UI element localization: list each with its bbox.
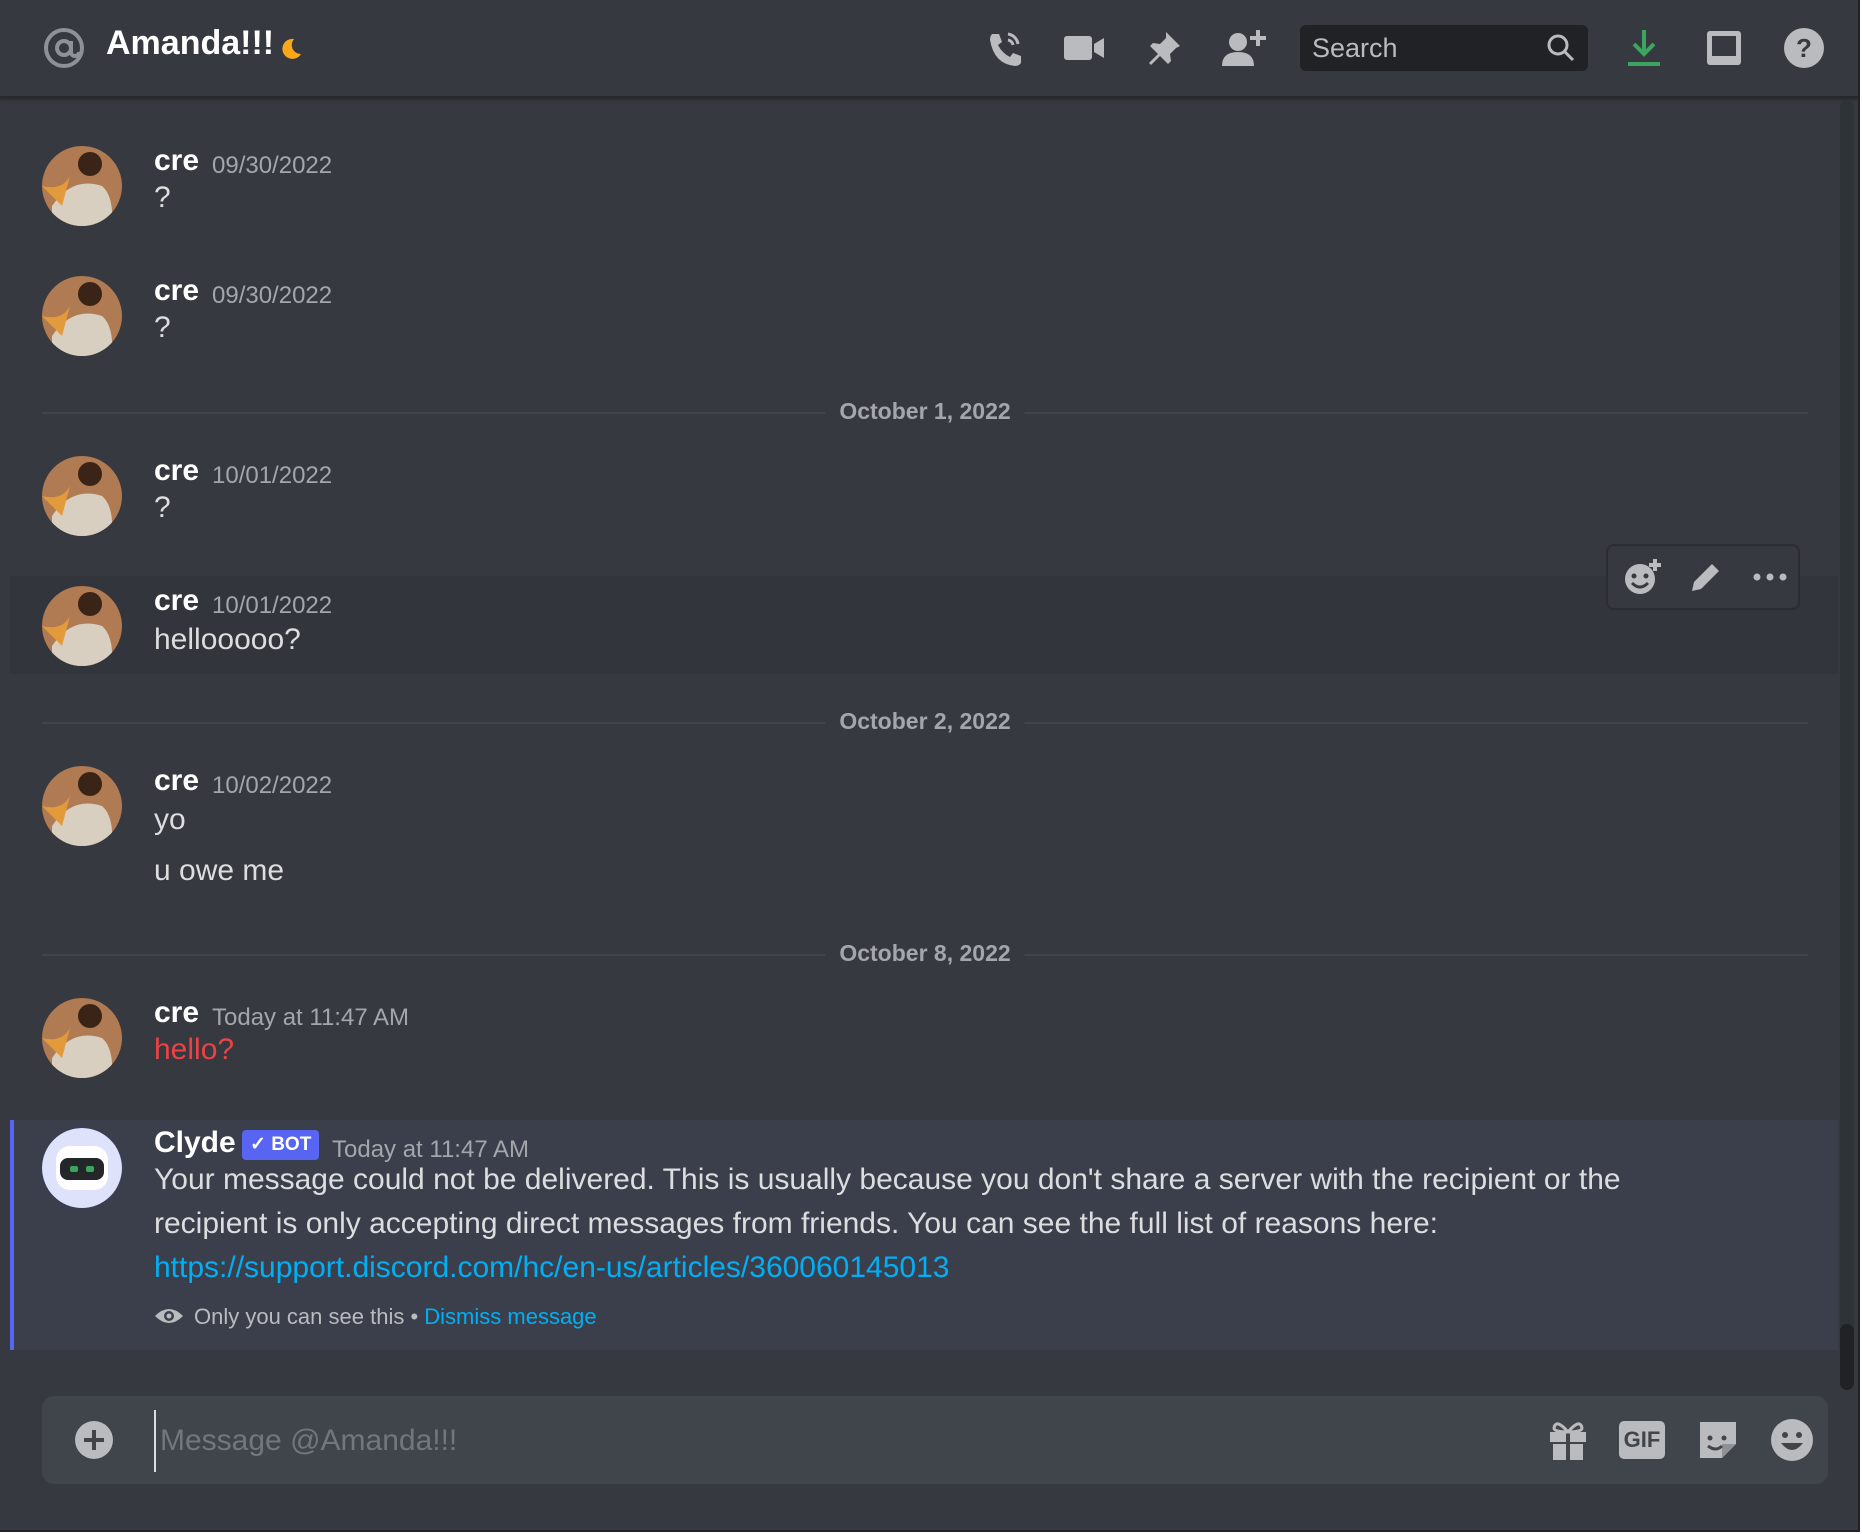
message-composer: GIF [42, 1396, 1828, 1484]
message-content: yo [154, 803, 186, 836]
message-content: ? [154, 311, 171, 344]
date-divider-label: October 2, 2022 [825, 708, 1025, 735]
message-content-line: recipient is only accepting direct messa… [154, 1207, 1439, 1240]
avatar-image [42, 586, 122, 666]
message-list: cre 09/30/2022 ? cre 09/30/2022 ? Octobe… [0, 98, 1838, 1388]
moon-icon [282, 38, 301, 59]
pinned-messages-button[interactable] [1140, 24, 1188, 72]
failed-message-content: hello? [154, 1033, 235, 1066]
edit-message-button[interactable] [1684, 555, 1728, 599]
emoji-icon [1771, 1419, 1813, 1461]
date-divider-label: October 1, 2022 [825, 398, 1025, 425]
message-content-line: Your message could not be delivered. Thi… [154, 1163, 1621, 1196]
gift-button[interactable] [1544, 1416, 1592, 1464]
avatar[interactable] [42, 586, 122, 666]
message-item[interactable]: cre 10/01/2022 ? [10, 448, 1838, 558]
date-divider: October 2, 2022 [42, 708, 1808, 735]
robot-icon [42, 1128, 122, 1208]
message-content: u owe me [154, 854, 285, 887]
message-item[interactable]: cre 09/30/2022 ? [10, 138, 1838, 248]
avatar-image [42, 146, 122, 226]
avatar[interactable] [42, 456, 122, 536]
sticker-button[interactable] [1694, 1416, 1742, 1464]
bot-badge: ✓ BOT [242, 1130, 320, 1160]
ephemeral-note: Only you can see this • Dismiss message [194, 1304, 597, 1330]
add-friend-icon [1222, 30, 1266, 66]
support-link[interactable]: https://support.discord.com/hc/en-us/art… [154, 1246, 949, 1290]
date-divider-label: October 8, 2022 [825, 940, 1025, 967]
add-friends-to-dm-button[interactable] [1220, 24, 1268, 72]
help-icon: ? [1784, 28, 1824, 68]
at-icon [44, 28, 84, 68]
clyde-avatar[interactable] [42, 1128, 122, 1208]
only-you-text: Only you can see this • [194, 1304, 419, 1329]
avatar[interactable] [42, 276, 122, 356]
date-divider: October 8, 2022 [42, 940, 1808, 967]
message-timestamp: 09/30/2022 [212, 152, 333, 179]
sticker-icon [1700, 1422, 1736, 1458]
message-timestamp: 09/30/2022 [212, 282, 333, 309]
avatar-image [42, 276, 122, 356]
download-icon [1628, 30, 1660, 66]
discord-window: Amanda!!! Search ? cre 09/30/2022 ? cre … [0, 0, 1860, 1532]
help-button[interactable]: ? [1780, 24, 1828, 72]
avatar-image [42, 998, 122, 1078]
dismiss-message-link[interactable]: Dismiss message [424, 1304, 596, 1329]
message-hover-toolbar [1606, 544, 1800, 610]
plus-icon[interactable] [74, 1420, 114, 1460]
message-timestamp: Today at 11:47 AM [212, 1004, 410, 1031]
download-apps-button[interactable] [1620, 24, 1668, 72]
emoji-button[interactable] [1768, 1416, 1816, 1464]
message-author[interactable]: cre [154, 144, 199, 178]
edit-icon [1692, 564, 1719, 591]
more-icon [1753, 573, 1787, 581]
message-item[interactable]: cre 09/30/2022 ? [10, 268, 1838, 378]
channel-header: Amanda!!! Search ? [0, 0, 1858, 98]
video-icon [1064, 36, 1104, 60]
start-voice-call-button[interactable] [980, 24, 1028, 72]
start-video-call-button[interactable] [1060, 24, 1108, 72]
message-author[interactable]: cre [154, 764, 199, 798]
inbox-button[interactable] [1700, 24, 1748, 72]
message-content: hellooooo? [154, 623, 301, 656]
date-divider: October 1, 2022 [42, 398, 1808, 425]
svg-text:?: ? [1796, 33, 1812, 63]
avatar[interactable] [42, 998, 122, 1078]
avatar[interactable] [42, 146, 122, 226]
message-item[interactable]: cre 10/02/2022 yo u owe me [10, 758, 1838, 908]
pin-icon [1149, 32, 1180, 65]
message-content: ? [154, 181, 171, 214]
search-placeholder: Search [1312, 33, 1398, 63]
scrollbar-thumb[interactable] [1840, 1324, 1854, 1390]
message-content: ? [154, 491, 171, 524]
message-timestamp: 10/01/2022 [212, 592, 333, 619]
message-timestamp: 10/02/2022 [212, 772, 333, 799]
avatar-image [42, 456, 122, 536]
message-item[interactable]: cre Today at 11:47 AM hello? [10, 990, 1838, 1100]
message-author[interactable]: cre [154, 454, 199, 488]
gif-label: GIF [1623, 1427, 1661, 1452]
message-item-hovered[interactable]: cre 10/01/2022 hellooooo? [10, 576, 1838, 674]
call-icon [990, 32, 1021, 66]
more-options-button[interactable] [1748, 555, 1792, 599]
message-author[interactable]: Clyde [154, 1126, 236, 1160]
search-bar[interactable]: Search [1300, 25, 1588, 71]
search-icon [1547, 34, 1575, 62]
inbox-icon [1707, 31, 1741, 65]
message-author[interactable]: cre [154, 996, 199, 1030]
add-reaction-button[interactable] [1620, 555, 1664, 599]
clyde-ephemeral-message[interactable]: Clyde ✓ BOT Today at 11:47 AM Your messa… [10, 1120, 1838, 1350]
gif-button[interactable]: GIF [1618, 1416, 1666, 1464]
channel-name: Amanda!!! [106, 24, 275, 62]
add-reaction-icon [1625, 559, 1661, 594]
gift-icon [1550, 1422, 1586, 1460]
eye-icon [155, 1309, 183, 1323]
message-timestamp: 10/01/2022 [212, 462, 333, 489]
avatar-image [42, 766, 122, 846]
message-author[interactable]: cre [154, 274, 199, 308]
avatar[interactable] [42, 766, 122, 846]
scrollbar-track[interactable] [1840, 100, 1854, 1390]
message-input[interactable] [154, 1410, 1512, 1472]
message-author[interactable]: cre [154, 584, 199, 618]
